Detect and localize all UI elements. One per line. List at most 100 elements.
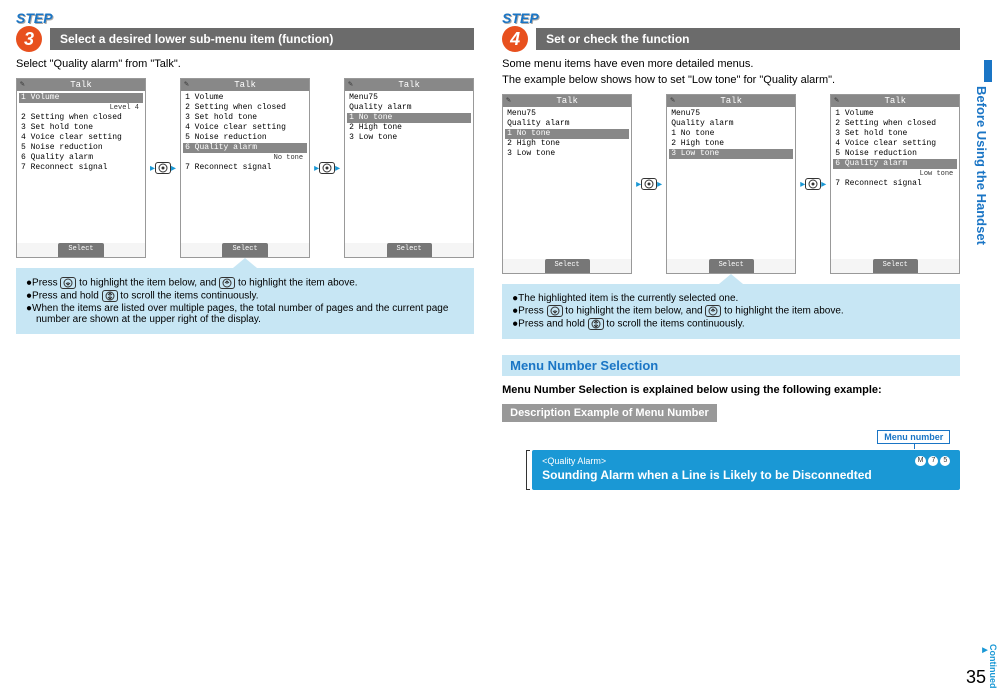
step-label: STEP xyxy=(502,10,958,26)
phone-body: Menu75Quality alarm1 No tone2 High tone3… xyxy=(345,91,473,243)
phone-menu-item: 1 No tone xyxy=(669,129,793,139)
side-tab-marker xyxy=(984,60,992,82)
phone-title: Talk xyxy=(503,95,631,107)
step4-instruction2: The example below shows how to set "Low … xyxy=(502,74,960,86)
phone-menu-item: 6 Quality alarm xyxy=(833,159,957,169)
phone-menu-item: 1 No tone xyxy=(505,129,629,139)
right-column: STEP 4 Set or check the function Some me… xyxy=(492,10,970,490)
menu-number-selection-line: Menu Number Selection is explained below… xyxy=(502,384,960,396)
menu-number-selection-title: Menu Number Selection xyxy=(502,355,960,376)
phone-header-line: Quality alarm xyxy=(669,119,793,129)
phone-menu-item: 3 Low tone xyxy=(505,149,629,159)
step3-header: 3 Select a desired lower sub-menu item (… xyxy=(16,26,474,52)
phone-screen: ✎TalkMenu75Quality alarm1 No tone2 High … xyxy=(666,94,796,274)
step4-badge: 4 xyxy=(502,26,528,52)
phone-softkey-select: Select xyxy=(545,259,590,273)
phone-menu-item: 1 Volume xyxy=(19,93,143,103)
phone-menu-item: 4 Voice clear setting xyxy=(19,133,143,143)
phone-menu-item: 3 Set hold tone xyxy=(833,129,957,139)
nav-arrow: ▸▸ xyxy=(150,162,176,174)
phone-screen: ✎Talk1 VolumeLevel 42 Setting when close… xyxy=(16,78,146,258)
phone-title: Talk xyxy=(667,95,795,107)
tip-line: ●Press and hold to scroll the items cont… xyxy=(26,290,464,302)
phone-menu-item: 3 Low tone xyxy=(669,149,793,159)
dpad-up-icon xyxy=(705,305,721,317)
tip-line: ●Press to highlight the item below, and … xyxy=(512,305,950,317)
phone-menu-item: 2 Setting when closed xyxy=(833,119,957,129)
phone-softkey-bar: Select xyxy=(503,259,631,273)
phone-screen: ✎Talk1 Volume2 Setting when closed3 Set … xyxy=(180,78,310,258)
phone-menu-item: 2 High tone xyxy=(505,139,629,149)
phone-menu-item: 1 Volume xyxy=(183,93,307,103)
phone-softkey-bar: Select xyxy=(831,259,959,273)
signal-icon: ✎ xyxy=(670,96,675,106)
phone-body: Menu75Quality alarm1 No tone2 High tone3… xyxy=(503,107,631,259)
menu-number-main-text: Sounding Alarm when a Line is Likely to … xyxy=(542,468,950,482)
tip-line: ●The highlighted item is the currently s… xyxy=(512,293,950,304)
phone-menu-item: 3 Low tone xyxy=(347,133,471,143)
phone-header-line: Menu75 xyxy=(669,109,793,119)
phone-title: Talk xyxy=(831,95,959,107)
step3-badge: 3 xyxy=(16,26,42,52)
side-tab: Before Using the Handset xyxy=(974,60,994,340)
phone-menu-item: 3 Set hold tone xyxy=(183,113,307,123)
phone-menu-item: 3 Set hold tone xyxy=(19,123,143,133)
menu-number-keys: M 7 5 xyxy=(915,456,951,466)
tip-line: ●Press to highlight the item below, and … xyxy=(26,277,464,289)
tip-line: ●Press and hold to scroll the items cont… xyxy=(512,318,950,330)
phone-menu-item: 5 Noise reduction xyxy=(19,143,143,153)
signal-icon: ✎ xyxy=(348,80,353,90)
center-key-icon xyxy=(641,178,657,190)
phone-header-line: Quality alarm xyxy=(347,103,471,113)
phone-header-line: Menu75 xyxy=(347,93,471,103)
phone-menu-item: 6 Quality alarm xyxy=(19,153,143,163)
quality-alarm-tag: <Quality Alarm> xyxy=(542,456,606,466)
phone-softkey-select: Select xyxy=(222,243,267,257)
phone-screen: ✎Talk1 Volume2 Setting when closed3 Set … xyxy=(830,94,960,274)
center-key-icon xyxy=(155,162,171,174)
phone-header-line: Menu75 xyxy=(505,109,629,119)
step3-title: Select a desired lower sub-menu item (fu… xyxy=(50,28,474,50)
dpad-icon xyxy=(588,318,604,330)
side-tab-text: Before Using the Handset xyxy=(974,86,989,245)
key-icon: 5 xyxy=(940,456,950,466)
menu-number-callout: Menu number xyxy=(877,430,950,444)
center-key-icon xyxy=(805,178,821,190)
phone-menu-item: 5 Noise reduction xyxy=(183,133,307,143)
nav-arrow: ▸▸ xyxy=(636,178,662,190)
signal-icon: ✎ xyxy=(184,80,189,90)
phone-body: Menu75Quality alarm1 No tone2 High tone3… xyxy=(667,107,795,259)
step-label: STEP xyxy=(16,10,472,26)
dpad-up-icon xyxy=(219,277,235,289)
step3-tips: ●Press to highlight the item below, and … xyxy=(16,268,474,334)
phone-title: Talk xyxy=(181,79,309,91)
phone-menu-subtext: Low tone xyxy=(833,169,957,179)
description-example-bar: Description Example of Menu Number xyxy=(502,404,717,422)
signal-icon: ✎ xyxy=(20,80,25,90)
phone-menu-item: 1 Volume xyxy=(833,109,957,119)
phone-menu-item: 4 Voice clear setting xyxy=(183,123,307,133)
dpad-icon xyxy=(102,290,118,302)
phone-menu-item: 1 No tone xyxy=(347,113,471,123)
signal-icon: ✎ xyxy=(834,96,839,106)
phone-menu-item: 5 Noise reduction xyxy=(833,149,957,159)
phone-softkey-select: Select xyxy=(58,243,103,257)
step4-header: 4 Set or check the function xyxy=(502,26,960,52)
phone-body: 1 Volume2 Setting when closed3 Set hold … xyxy=(831,107,959,259)
phone-menu-item: 7 Reconnect signal xyxy=(833,179,957,189)
phone-softkey-bar: Select xyxy=(667,259,795,273)
dpad-down-icon xyxy=(60,277,76,289)
tip-line: ●When the items are listed over multiple… xyxy=(26,303,464,325)
phone-menu-item: 7 Reconnect signal xyxy=(183,163,307,173)
menu-number-qa-row: <Quality Alarm> M 7 5 xyxy=(542,456,950,466)
signal-icon: ✎ xyxy=(506,96,511,106)
key-icon: M xyxy=(915,456,927,466)
step3-screens: ✎Talk1 VolumeLevel 42 Setting when close… xyxy=(16,78,474,258)
step4-title: Set or check the function xyxy=(536,28,960,50)
phone-screen: ✎TalkMenu75Quality alarm1 No tone2 High … xyxy=(502,94,632,274)
phone-menu-subtext: No tone xyxy=(183,153,307,163)
phone-screen: ✎TalkMenu75Quality alarm1 No tone2 High … xyxy=(344,78,474,258)
nav-arrow: ▸▸ xyxy=(314,162,340,174)
left-column: STEP 3 Select a desired lower sub-menu i… xyxy=(6,10,484,490)
phone-menu-subtext: Level 4 xyxy=(19,103,143,113)
